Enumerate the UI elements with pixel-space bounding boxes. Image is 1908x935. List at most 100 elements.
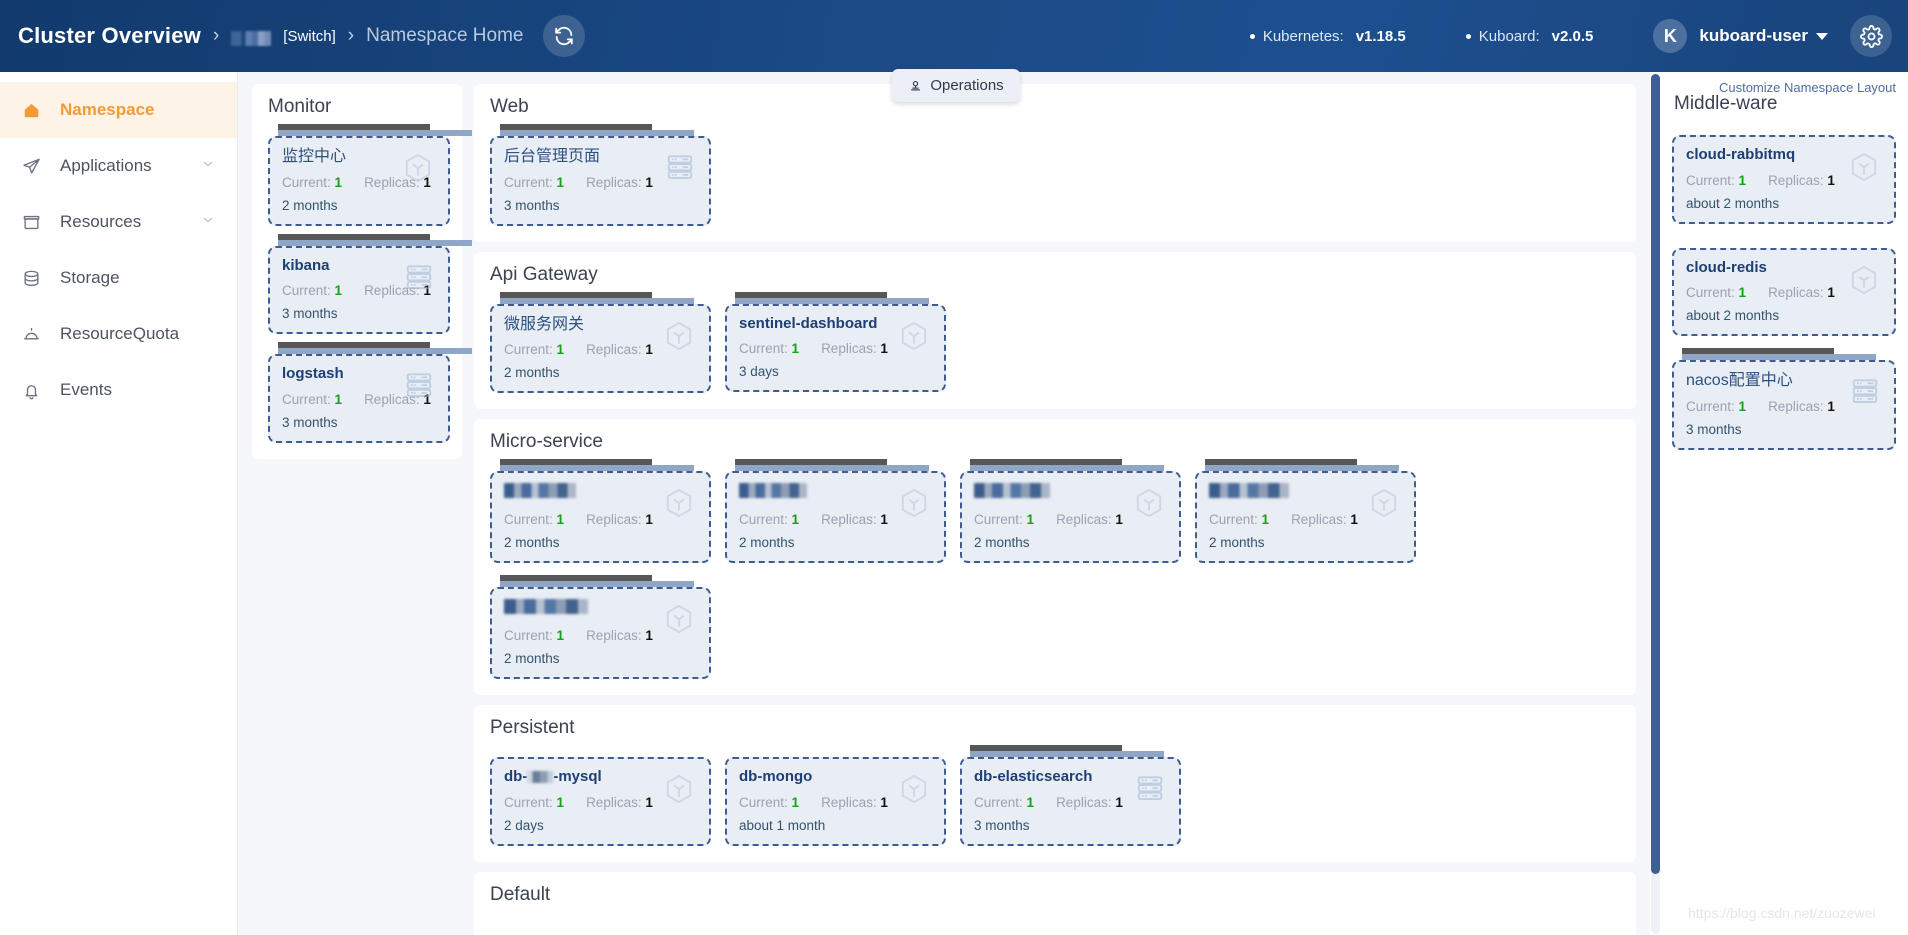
- app-age: 3 months: [504, 197, 560, 213]
- current-metric: Current: 1: [504, 342, 564, 357]
- app-card[interactable]: Current: 1 Replicas: 12 months: [490, 575, 711, 680]
- refresh-button[interactable]: [543, 15, 586, 57]
- vertical-scrollbar-track[interactable]: [1651, 74, 1660, 934]
- cube-icon-wrap: [898, 773, 930, 810]
- app-card[interactable]: db- -mysql Current: 1 Replicas: 12 days: [490, 745, 711, 846]
- section-title: Api Gateway: [490, 263, 598, 285]
- current-metric: Current: 1: [739, 795, 799, 810]
- app-card[interactable]: Current: 1 Replicas: 12 months: [490, 459, 711, 564]
- sidebar-item-events[interactable]: Events: [0, 362, 237, 418]
- app-card[interactable]: 后台管理页面 Current: 1 Replicas: 13 months: [490, 124, 711, 226]
- current-label: Current:: [974, 512, 1023, 528]
- app-card-body[interactable]: cloud-redis Current: 1 Replicas: 1 about 2 …: [1672, 247, 1896, 336]
- section-web: Web 后台管理页面 Current: 1 Replicas: 13 months: [474, 84, 1636, 242]
- replicas-value: 1: [880, 512, 888, 528]
- app-card[interactable]: db-mongo Current: 1 Replicas: 1 about 1 mon…: [725, 745, 946, 846]
- app-age: 2 months: [504, 365, 560, 381]
- cube-icon: [1851, 152, 1877, 182]
- operations-button[interactable]: Operations: [892, 69, 1020, 102]
- settings-button[interactable]: [1850, 15, 1892, 57]
- replicas-label: Replicas:: [1056, 794, 1112, 810]
- card-status-bars-empty: [735, 745, 946, 757]
- app-age: 3 months: [1686, 421, 1742, 437]
- app-age: 2 months: [739, 535, 795, 551]
- app-card[interactable]: Current: 1 Replicas: 12 months: [960, 459, 1181, 564]
- app-age: 2 days: [504, 817, 544, 833]
- app-card-body[interactable]: 微服务网关 Current: 1 Replicas: 12 months: [490, 303, 711, 394]
- kuboard-version-value: v2.0.5: [1551, 27, 1594, 45]
- app-card[interactable]: cloud-redis Current: 1 Replicas: 1 about 2 …: [1672, 236, 1896, 336]
- current-value: 1: [334, 391, 343, 407]
- card-bar-blue: [278, 239, 472, 246]
- card-bar-blue: [735, 297, 929, 304]
- sidebar-item-resources[interactable]: Resources: [0, 194, 237, 250]
- app-card-body[interactable]: Current: 1 Replicas: 12 months: [725, 471, 946, 564]
- app-card[interactable]: db-elasticsearch Current: 1 Replicas: 13 m…: [960, 745, 1181, 846]
- cube-icon-wrap: [663, 603, 695, 640]
- app-card-body[interactable]: Current: 1 Replicas: 12 months: [1195, 471, 1416, 564]
- current-metric: Current: 1: [504, 795, 564, 810]
- cube-icon: [901, 321, 927, 350]
- app-card[interactable]: logstash Current: 1 Replicas: 13 months: [268, 342, 472, 443]
- app-card-body[interactable]: db-mongo Current: 1 Replicas: 1 about 1 mon…: [725, 757, 946, 846]
- replicas-value: 1: [1827, 172, 1835, 188]
- cube-icon-wrap: [1848, 264, 1880, 301]
- username-label[interactable]: kuboard-user: [1699, 26, 1808, 46]
- breadcrumb-cluster-overview[interactable]: Cluster Overview: [18, 23, 201, 49]
- chevron-down-icon[interactable]: [201, 212, 215, 232]
- server-stack-icon: [1852, 379, 1878, 403]
- cube-icon-wrap: [402, 152, 434, 189]
- sidebar-item-label: Resources: [60, 212, 142, 231]
- app-card-body[interactable]: 监控中心 Current: 1 Replicas: 12 months: [268, 136, 450, 226]
- app-card-body[interactable]: Current: 1 Replicas: 12 months: [960, 471, 1181, 564]
- card-status-bars: [278, 342, 472, 355]
- section-default: Default: [474, 871, 1636, 935]
- section-title: Persistent: [490, 717, 575, 739]
- kubernetes-version-label: Kubernetes:: [1262, 27, 1344, 45]
- sidebar-item-namespace[interactable]: Namespace: [0, 82, 237, 138]
- sidebar-item-storage[interactable]: Storage: [0, 250, 237, 306]
- card-status-bars: [278, 124, 472, 136]
- breadcrumb-namespace-home[interactable]: Namespace Home: [366, 25, 523, 47]
- app-card-body[interactable]: Current: 1 Replicas: 12 months: [490, 471, 711, 564]
- current-metric: Current: 1: [974, 512, 1034, 527]
- current-label: Current:: [1209, 512, 1258, 528]
- chevron-down-icon[interactable]: [201, 156, 215, 176]
- app-card-body[interactable]: 后台管理页面 Current: 1 Replicas: 13 months: [490, 136, 711, 226]
- current-label: Current:: [504, 628, 553, 644]
- app-card-body[interactable]: db- -mysql Current: 1 Replicas: 12 days: [490, 757, 711, 846]
- card-status-bars-empty: [1682, 123, 1896, 135]
- breadcrumb-switch-link[interactable]: [Switch]: [283, 28, 336, 45]
- sidebar-item-applications[interactable]: Applications: [0, 138, 237, 194]
- current-label: Current:: [504, 512, 553, 528]
- box-icon: [23, 215, 40, 229]
- chevron-down-icon[interactable]: [1816, 32, 1828, 40]
- app-card[interactable]: nacos配置中心 Current: 1 Replicas: 13 months: [1672, 348, 1896, 450]
- app-card-body[interactable]: Current: 1 Replicas: 12 months: [490, 587, 711, 680]
- replicas-metric: Replicas: 1: [1768, 173, 1835, 188]
- app-card[interactable]: 监控中心 Current: 1 Replicas: 12 months: [268, 124, 472, 226]
- app-card[interactable]: kibana Current: 1 Replicas: 13 months: [268, 233, 472, 335]
- app-card[interactable]: sentinel-dashboard Current: 1 Replicas: 13…: [725, 291, 946, 394]
- app-card-body[interactable]: sentinel-dashboard Current: 1 Replicas: 13…: [725, 303, 946, 393]
- server-stack-icon-wrap: [665, 152, 695, 187]
- server-stack-icon: [667, 155, 693, 179]
- vertical-scrollbar-thumb[interactable]: [1651, 74, 1660, 874]
- app-name-redacted: [739, 483, 807, 499]
- app-card-body[interactable]: kibana Current: 1 Replicas: 13 months: [268, 245, 450, 335]
- app-card-body[interactable]: db-elasticsearch Current: 1 Replicas: 13 m…: [960, 757, 1181, 846]
- app-card-body[interactable]: cloud-rabbitmq Current: 1 Replicas: 1 about…: [1672, 135, 1896, 224]
- app-age: 3 months: [282, 414, 338, 430]
- app-card[interactable]: Current: 1 Replicas: 12 months: [725, 459, 946, 564]
- app-card[interactable]: cloud-rabbitmq Current: 1 Replicas: 1 about…: [1672, 123, 1896, 224]
- app-name-redacted-part: [527, 771, 554, 784]
- app-card[interactable]: Current: 1 Replicas: 12 months: [1195, 459, 1416, 564]
- breadcrumb-namespace-redacted: [231, 30, 272, 46]
- cube-icon-wrap: [1848, 151, 1880, 188]
- app-card-body[interactable]: logstash Current: 1 Replicas: 13 months: [268, 354, 450, 443]
- app-card-body[interactable]: nacos配置中心 Current: 1 Replicas: 13 months: [1672, 360, 1896, 450]
- sidebar-item-resourcequota[interactable]: ResourceQuota: [0, 306, 237, 362]
- avatar[interactable]: K: [1653, 19, 1688, 53]
- cube-icon: [405, 153, 431, 183]
- app-card[interactable]: 微服务网关 Current: 1 Replicas: 12 months: [490, 291, 711, 394]
